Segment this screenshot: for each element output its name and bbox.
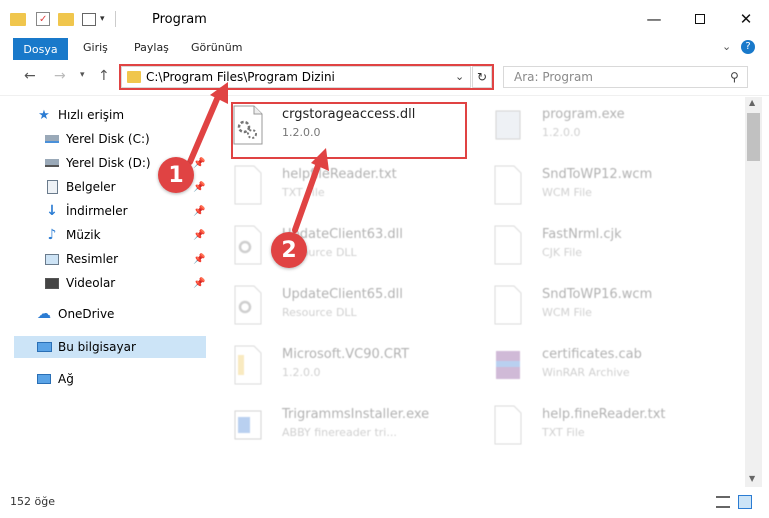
annotation-arrows — [187, 82, 329, 233]
step-1-badge: 1 — [158, 157, 194, 193]
step-2-badge: 2 — [271, 232, 307, 268]
